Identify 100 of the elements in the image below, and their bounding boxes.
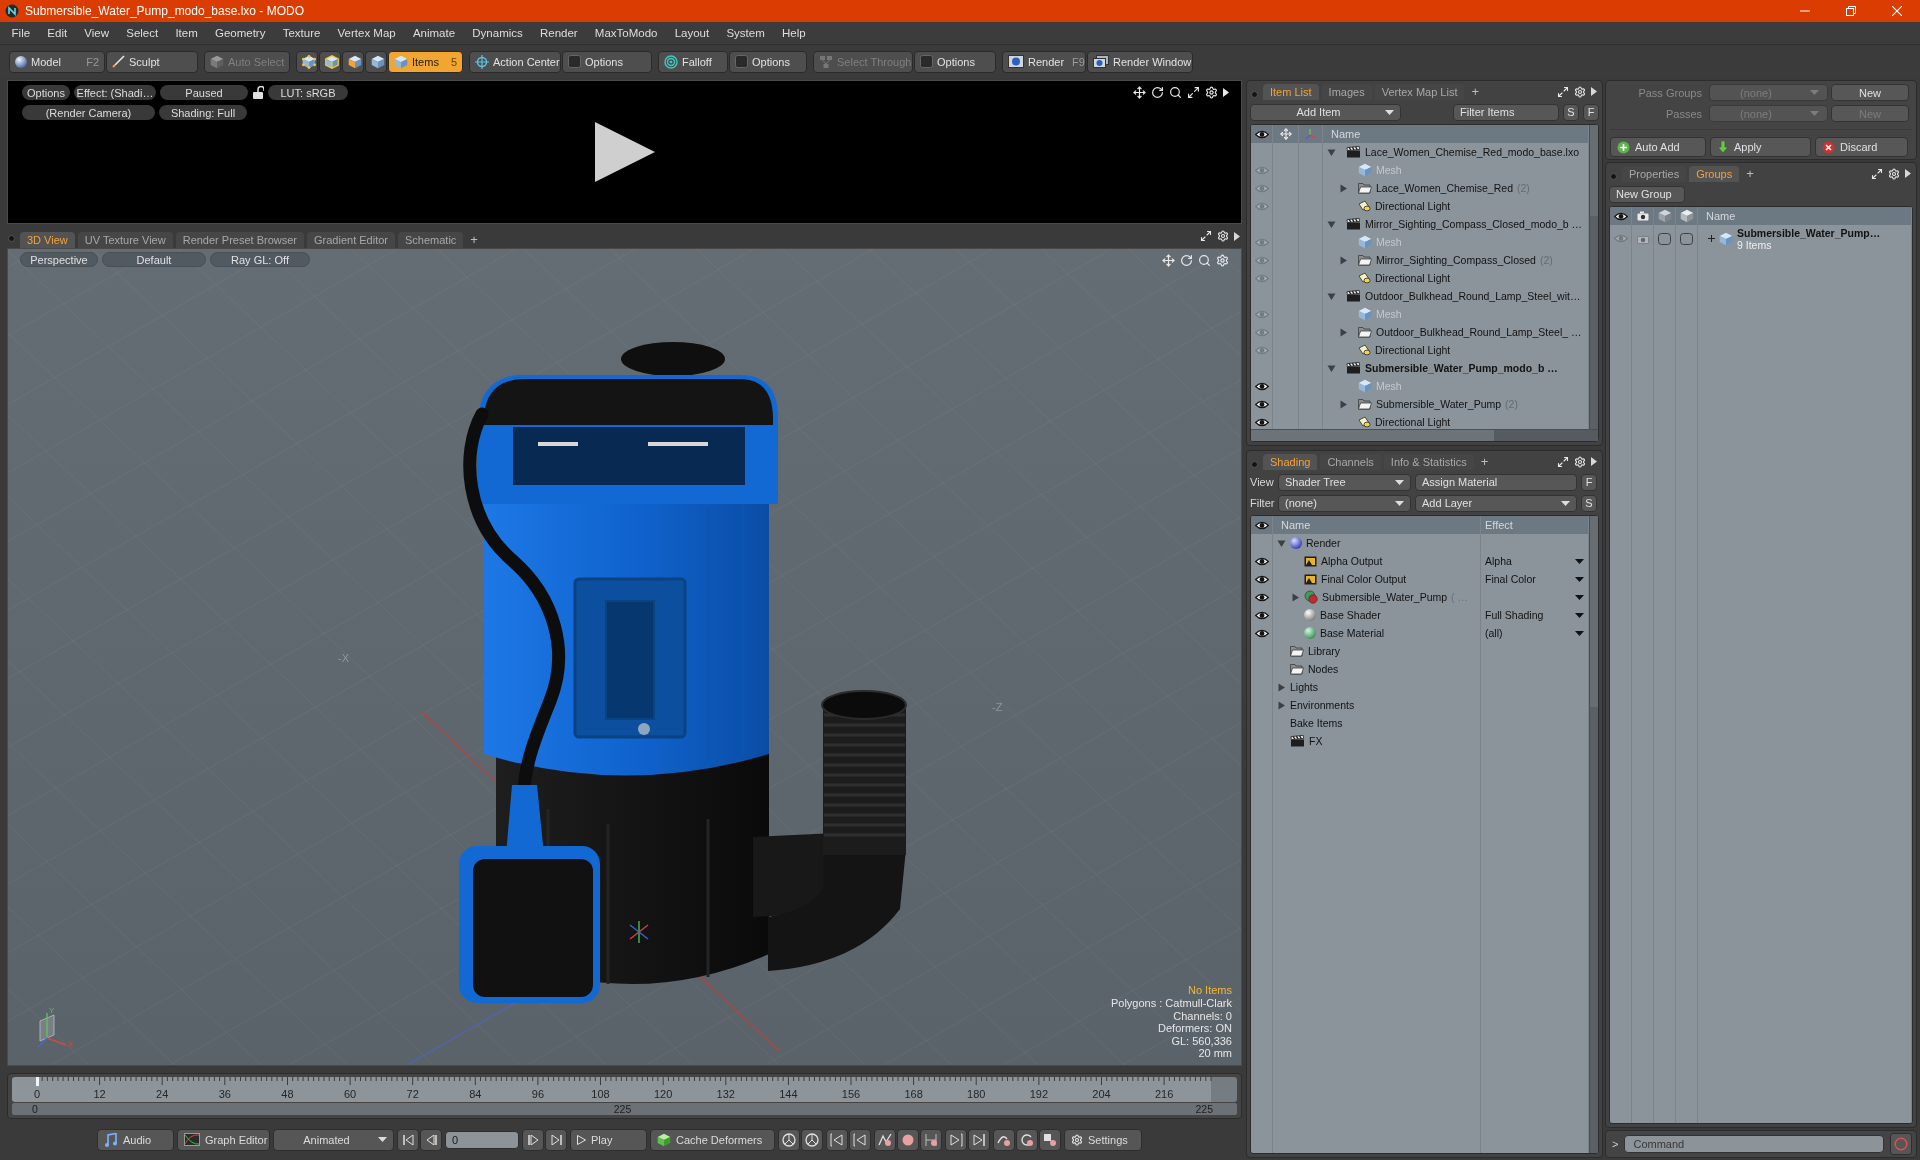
options-button[interactable]: Options [22, 85, 70, 100]
key-tool-button[interactable] [778, 1128, 800, 1151]
item-name[interactable]: Directional Light [1375, 272, 1451, 284]
add-tab-button[interactable]: + [1467, 84, 1484, 100]
menu-item[interactable]: Item [166, 23, 207, 43]
panel-tab[interactable]: Vertex Map List [1374, 84, 1465, 100]
new-pass-button[interactable]: New [1831, 84, 1909, 101]
command-field[interactable]: Command [1624, 1135, 1884, 1153]
caret-right-icon[interactable] [1339, 183, 1348, 193]
eye-icon[interactable] [1254, 381, 1269, 391]
checkbox-icon[interactable] [1658, 232, 1671, 245]
render-button[interactable]: Render Window [1087, 50, 1193, 73]
view-option-button[interactable]: Perspective [20, 252, 98, 267]
settings-icon[interactable] [1574, 455, 1586, 468]
cache-deformers-button[interactable]: Cache Deformers [650, 1128, 775, 1151]
item-name[interactable]: Mirror_Sighting_Compass_Closed [1376, 254, 1536, 266]
key-tool-button[interactable] [968, 1128, 990, 1151]
settings-icon[interactable] [1888, 167, 1900, 180]
view-option-button[interactable]: Default [102, 252, 206, 267]
maximize-icon[interactable] [1557, 455, 1569, 468]
checkbox-icon[interactable] [1680, 232, 1693, 245]
menu-item[interactable]: Vertex Map [328, 23, 405, 43]
skip-start-button[interactable] [397, 1128, 419, 1151]
scene-name[interactable]: Lace_Women_Chemise_Red_modo_base.lxo [1365, 146, 1580, 158]
eye-icon[interactable] [1254, 628, 1269, 638]
camera-dropdown[interactable]: (Render Camera) [22, 105, 155, 120]
filter-option-button[interactable]: S [1581, 494, 1597, 512]
step-forward-button[interactable] [522, 1128, 544, 1151]
eye-icon[interactable] [1254, 592, 1269, 602]
caret-down-icon[interactable] [1327, 219, 1336, 229]
view-option-button[interactable]: Ray GL: Off [210, 252, 310, 267]
item-name[interactable]: Lace_Women_Chemise_Red [1376, 182, 1513, 194]
item-name[interactable]: Outdoor_Bulkhead_Round_Lamp_Steel_ … [1376, 326, 1582, 338]
audio-button[interactable]: Audio [97, 1128, 174, 1151]
tool-button[interactable]: Options [729, 50, 807, 73]
caret-right-icon[interactable] [1277, 700, 1286, 710]
new-group-button[interactable]: New Group [1609, 185, 1685, 203]
key-tool-button[interactable] [945, 1128, 967, 1151]
selection-mode-button[interactable] [319, 50, 341, 73]
caret-down-icon[interactable] [1277, 538, 1286, 548]
render-button[interactable]: Render F9 [1002, 50, 1086, 73]
panel-tab[interactable]: Groups [1689, 166, 1740, 182]
settings-button[interactable]: Settings [1064, 1128, 1142, 1151]
maximize-icon[interactable] [1871, 167, 1883, 180]
panel-tab[interactable]: Properties [1622, 166, 1687, 182]
caret-down-icon[interactable] [1327, 291, 1336, 301]
frame-field[interactable]: 0 [445, 1130, 519, 1149]
menu-item[interactable]: Geometry [206, 23, 275, 43]
menu-item[interactable]: System [717, 23, 774, 43]
mode-button[interactable]: Model F2 [9, 50, 105, 73]
menu-item[interactable]: Animate [404, 23, 464, 43]
key-tool-button[interactable] [801, 1128, 823, 1151]
menu-item[interactable]: Layout [666, 23, 718, 43]
add-layer-dropdown[interactable]: Add Layer [1415, 494, 1577, 512]
panel-tab[interactable]: Gradient Editor [307, 232, 395, 248]
key-tool-button[interactable] [874, 1128, 896, 1151]
tool-button[interactable]: Action Center [469, 50, 561, 73]
selection-mode-button[interactable]: Items 5 [388, 50, 463, 73]
selection-mode-button[interactable] [296, 50, 318, 73]
item-name[interactable]: Directional Light [1375, 200, 1451, 212]
eye-icon[interactable] [1254, 129, 1269, 139]
menu-item[interactable]: Render [531, 23, 587, 43]
panel-menu-arrow-icon[interactable] [1905, 169, 1911, 178]
padlock-open-icon[interactable] [252, 86, 264, 99]
mode-dropdown[interactable]: Animated [273, 1128, 394, 1151]
eye-icon[interactable] [1254, 556, 1269, 566]
menu-item[interactable]: Edit [38, 23, 76, 43]
selection-mode-button[interactable] [342, 50, 364, 73]
playhead-marker[interactable] [36, 1077, 39, 1086]
caret-right-icon[interactable] [1291, 592, 1300, 602]
mode-button[interactable]: Sculpt [106, 50, 198, 73]
panel-menu-arrow-icon[interactable] [1234, 231, 1240, 241]
effect-dropdown[interactable]: Effect: (Shadi… [74, 85, 156, 100]
add-tab-button[interactable]: + [466, 232, 482, 248]
eye-icon[interactable] [1613, 211, 1628, 221]
scene-name[interactable]: Submersible_Water_Pump_modo_b … [1365, 362, 1558, 374]
panel-tab[interactable]: Schematic [398, 232, 464, 248]
key-tool-button[interactable] [826, 1128, 848, 1151]
camera-icon[interactable] [1636, 233, 1649, 244]
menu-item[interactable]: MaxToModo [586, 23, 667, 43]
rotate-icon[interactable] [1151, 86, 1164, 99]
eye-icon[interactable] [1254, 399, 1269, 409]
eye-icon[interactable] [1254, 520, 1269, 530]
panel-tab[interactable]: Channels [1320, 454, 1381, 470]
vertical-scrollbar[interactable] [1589, 516, 1598, 1153]
assign-material-button[interactable]: Assign Material [1415, 473, 1577, 491]
panel-menu-arrow-icon[interactable] [1223, 88, 1229, 97]
plus-icon[interactable] [1708, 235, 1715, 242]
settings-icon[interactable] [1217, 230, 1229, 242]
panel-tab[interactable]: Shading [1263, 454, 1318, 470]
panel-tab[interactable]: Info & Statistics [1383, 454, 1474, 470]
settings-icon[interactable] [1205, 86, 1218, 99]
panel-tab[interactable]: UV Texture View [77, 232, 173, 248]
filter-option-button[interactable]: S [1563, 103, 1579, 121]
skip-end-button[interactable] [545, 1128, 567, 1151]
menu-item[interactable]: File [3, 23, 39, 43]
caret-right-icon[interactable] [1339, 255, 1348, 265]
filter-field[interactable]: Filter Items [1453, 103, 1559, 121]
key-tool-button[interactable] [920, 1128, 942, 1151]
tool-button[interactable]: Falloff [658, 50, 728, 73]
